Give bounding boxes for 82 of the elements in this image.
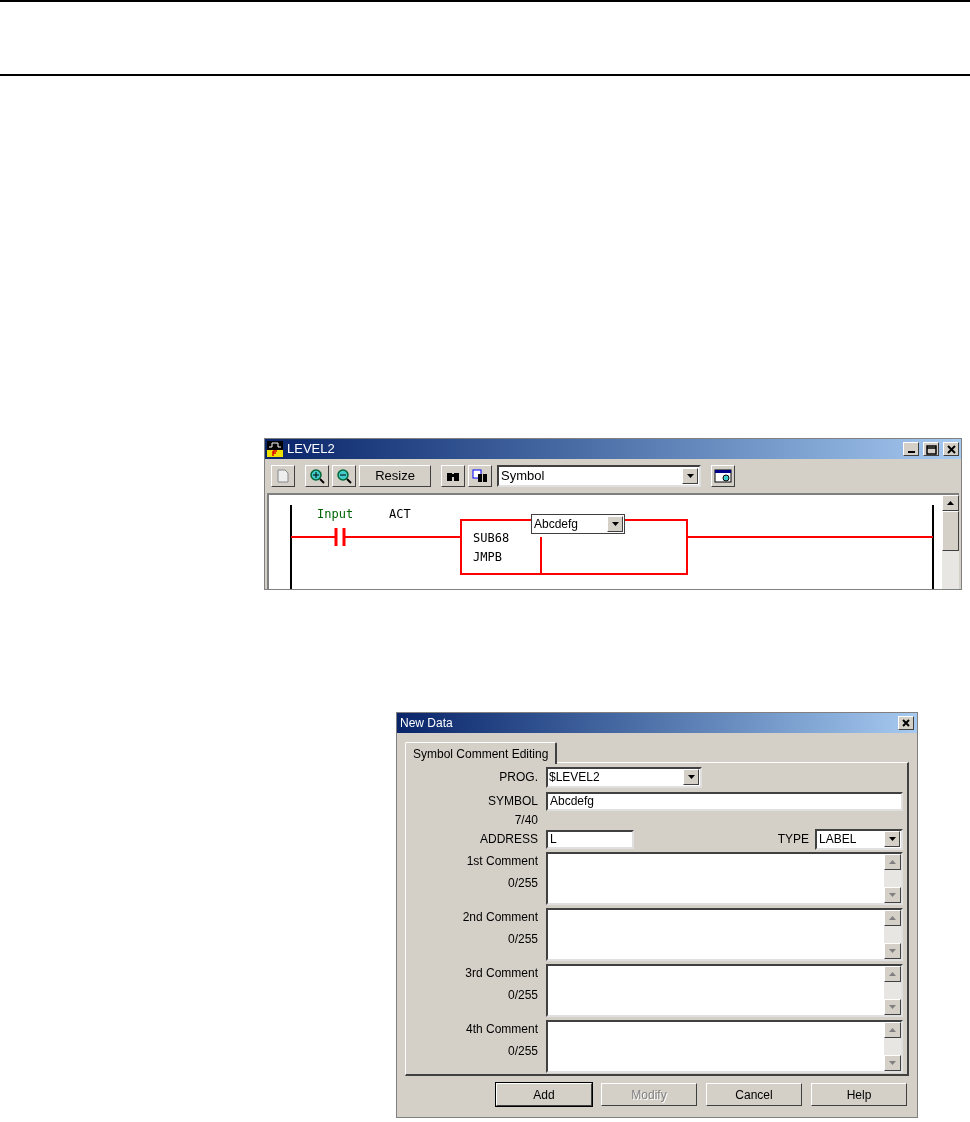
contact-label: Input [317,507,354,521]
comment-field[interactable] [546,908,903,961]
field-label: PROG. [499,769,538,786]
scroll-down-button[interactable] [884,1055,901,1071]
find-replace-icon [472,469,488,483]
minimize-icon [907,451,915,453]
symbol-field[interactable]: Abcdefg [546,791,903,811]
contact-symbol [334,526,346,548]
dropdown-arrow-button[interactable] [884,831,900,847]
character-count: 0/255 [507,931,538,948]
character-count: 0/255 [507,987,538,1004]
down-arrow-icon [889,949,896,953]
app-icon [267,441,283,457]
comment-field[interactable] [546,1020,903,1073]
find-button[interactable] [441,465,465,487]
zoom-out-button[interactable] [332,465,356,487]
window-search-icon [714,469,732,483]
resize-button[interactable]: Resize [359,465,431,487]
field-label: ADDRESS [480,831,538,848]
minimize-button[interactable] [903,442,919,456]
maximize-icon [924,442,938,456]
replace-button[interactable] [468,465,492,487]
scroll-up-button[interactable] [884,966,901,982]
comment-label: 2nd Comment [462,909,538,926]
page-icon [277,469,289,483]
window-title: LEVEL2 [287,440,335,459]
dropdown-arrow-button[interactable] [683,769,699,785]
field-label: TYPE [777,831,809,848]
scroll-down-button[interactable] [884,887,901,903]
view-select[interactable]: Symbol [497,465,701,487]
up-arrow-icon [889,1028,896,1032]
block-label-dropdown[interactable]: Abcdefg [531,514,625,534]
contact-address: ACT [389,507,411,521]
comment-label: 1st Comment [466,853,538,870]
close-icon [900,717,912,729]
comment-label: 3rd Comment [465,965,538,982]
maximize-button[interactable] [923,442,939,456]
close-button[interactable] [898,716,914,730]
binoculars-icon [446,470,460,482]
address-field[interactable]: L [546,829,634,849]
dialog-button[interactable]: Cancel [706,1083,802,1106]
scroll-up-button[interactable] [884,1022,901,1038]
monitor-button[interactable] [711,465,735,487]
page-button[interactable] [271,465,295,487]
caret-icon [611,522,619,526]
up-arrow-icon [889,916,896,920]
tab[interactable]: Symbol Comment Editing [405,742,558,764]
dialog-title: New Data [400,715,453,732]
function-text: JMPB [473,550,502,564]
up-arrow-icon [947,501,954,505]
comment-field[interactable] [546,852,903,905]
character-count: 0/255 [507,875,538,892]
prog-select[interactable]: $LEVEL2 [546,766,702,788]
dropdown-arrow-button[interactable] [607,516,623,532]
scroll-up-button[interactable] [884,854,901,870]
character-count: 7/40 [514,812,538,829]
caret-icon [687,775,695,779]
down-arrow-icon [889,1005,896,1009]
type-select[interactable]: LABEL [815,828,903,850]
close-icon [944,442,958,456]
up-arrow-icon [889,860,896,864]
dialog-button[interactable]: Add [496,1083,592,1106]
field-label: SYMBOL [488,793,538,810]
function-text: SUB68 [473,531,510,545]
scrollbar[interactable] [942,495,959,589]
zoom-out-icon [336,468,352,484]
caret-icon [888,837,896,841]
caret-icon [686,474,694,478]
down-arrow-icon [889,893,896,897]
comment-label: 4th Comment [465,1021,538,1038]
scroll-down-button[interactable] [884,999,901,1015]
dropdown-arrow-button[interactable] [682,468,698,484]
character-count: 0/255 [507,1043,538,1060]
close-button[interactable] [943,442,959,456]
zoom-in-icon [309,468,325,484]
comment-field[interactable] [546,964,903,1017]
dialog-button[interactable]: Help [811,1083,907,1106]
up-arrow-icon [889,972,896,976]
scroll-down-button[interactable] [884,943,901,959]
scroll-up-button[interactable] [884,910,901,926]
down-arrow-icon [889,1061,896,1065]
zoom-in-button[interactable] [305,465,329,487]
